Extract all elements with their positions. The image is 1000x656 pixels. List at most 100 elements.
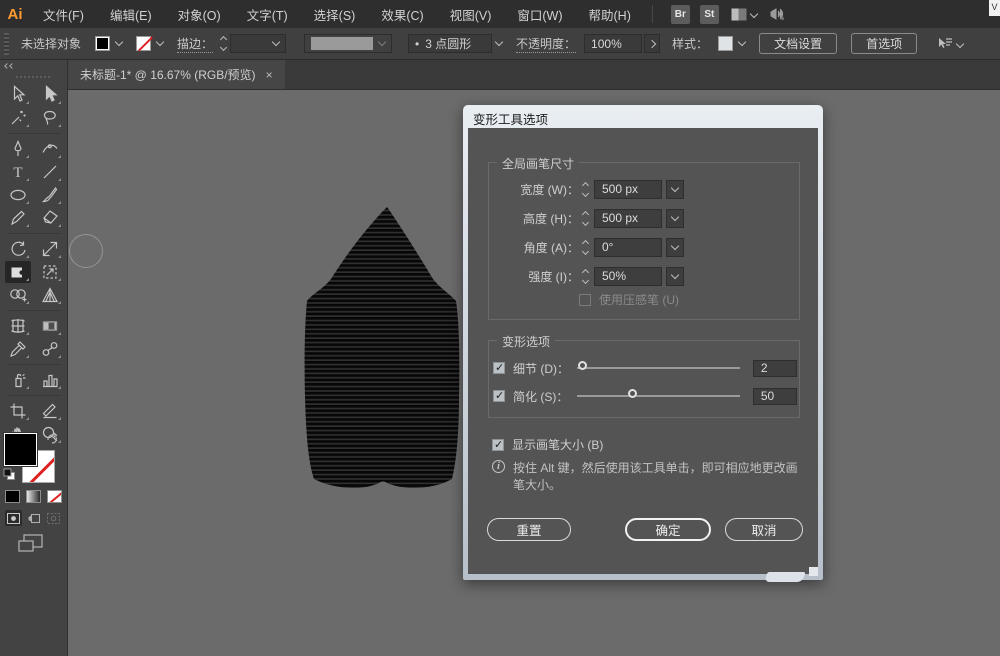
swap-fill-stroke-icon[interactable] xyxy=(46,432,59,445)
draw-behind-mode[interactable] xyxy=(25,510,42,526)
share-button[interactable] xyxy=(769,7,785,21)
slider-checkbox[interactable] xyxy=(493,390,505,402)
direct-selection-tool[interactable] xyxy=(37,84,63,106)
warp-tool[interactable] xyxy=(5,261,31,283)
menu-item-8[interactable]: 帮助(H) xyxy=(576,0,644,28)
slider-track[interactable] xyxy=(577,395,740,397)
line-segment-tool[interactable] xyxy=(37,161,63,183)
document-tab[interactable]: 未标题-1* @ 16.67% (RGB/预览) × xyxy=(68,60,285,89)
stock-button[interactable]: St xyxy=(700,5,719,24)
stroke-weight-dropdown[interactable] xyxy=(230,34,286,53)
field-input[interactable]: 500 px xyxy=(594,209,662,228)
tab-close-icon[interactable]: × xyxy=(266,68,273,82)
type-tool[interactable]: T xyxy=(5,161,31,183)
shape-builder-tool[interactable] xyxy=(5,284,31,306)
mesh-tool[interactable] xyxy=(5,315,31,337)
artboard-tool[interactable] xyxy=(5,400,31,422)
slider-value[interactable]: 2 xyxy=(753,360,797,377)
stroke-chevron-icon[interactable] xyxy=(156,38,164,46)
stepper-up-icon[interactable] xyxy=(582,268,589,275)
collapse-panel-button[interactable] xyxy=(5,64,14,68)
stepper-up-icon[interactable] xyxy=(582,181,589,188)
brush-definition-dropdown[interactable]: • 3 点圆形 xyxy=(408,34,492,53)
opacity-input[interactable]: 100% xyxy=(584,34,642,53)
slider-thumb[interactable] xyxy=(628,389,637,398)
symbol-sprayer-tool[interactable] xyxy=(5,369,31,391)
menu-item-2[interactable]: 对象(O) xyxy=(165,0,234,28)
pen-tool[interactable] xyxy=(5,138,31,160)
style-chevron-icon[interactable] xyxy=(738,38,746,46)
menu-item-0[interactable]: 文件(F) xyxy=(30,0,97,28)
stroke-weight-stepper[interactable] xyxy=(221,37,226,50)
slider-track[interactable] xyxy=(577,367,740,369)
field-input[interactable]: 500 px xyxy=(594,180,662,199)
menu-item-7[interactable]: 窗口(W) xyxy=(504,0,575,28)
column-graph-tool[interactable] xyxy=(37,369,63,391)
fill-color-swatch[interactable] xyxy=(95,36,110,51)
slider-checkbox[interactable] xyxy=(493,362,505,374)
field-stepper[interactable] xyxy=(583,212,588,225)
scale-tool[interactable] xyxy=(37,238,63,260)
field-dropdown-button[interactable] xyxy=(666,180,684,199)
preferences-button[interactable]: 首选项 xyxy=(851,33,917,54)
panel-drag-handle[interactable] xyxy=(16,76,52,78)
stepper-up-icon[interactable] xyxy=(220,36,227,43)
field-dropdown-button[interactable] xyxy=(666,238,684,257)
none-button[interactable] xyxy=(47,490,62,503)
gradient-tool[interactable] xyxy=(37,315,63,337)
opacity-expand-button[interactable] xyxy=(644,34,660,53)
field-input[interactable]: 50% xyxy=(594,267,662,286)
stepper-down-icon[interactable] xyxy=(582,218,589,225)
paintbrush-tool[interactable] xyxy=(37,184,63,206)
slider-thumb[interactable] xyxy=(578,361,587,370)
stepper-down-icon[interactable] xyxy=(582,189,589,196)
field-stepper[interactable] xyxy=(583,183,588,196)
free-transform-tool[interactable] xyxy=(37,261,63,283)
style-swatch[interactable] xyxy=(718,36,733,51)
magic-wand-tool[interactable] xyxy=(5,107,31,129)
slice-tool[interactable] xyxy=(37,400,63,422)
menu-item-6[interactable]: 视图(V) xyxy=(437,0,505,28)
menu-item-5[interactable]: 效果(C) xyxy=(368,0,436,28)
reset-button[interactable]: 重置 xyxy=(487,518,571,541)
tool-options-menu[interactable] xyxy=(937,37,963,51)
blend-tool[interactable] xyxy=(37,338,63,360)
field-dropdown-button[interactable] xyxy=(666,267,684,286)
cancel-button[interactable]: 取消 xyxy=(725,518,803,541)
opacity-label[interactable]: 不透明度： xyxy=(516,35,576,53)
show-brush-checkbox[interactable] xyxy=(492,439,504,451)
color-button[interactable] xyxy=(5,490,20,503)
ok-button[interactable]: 确定 xyxy=(625,518,711,541)
stroke-color-swatch[interactable] xyxy=(136,36,151,51)
fill-chevron-icon[interactable] xyxy=(115,38,123,46)
draw-inside-mode[interactable] xyxy=(45,510,62,526)
panel-grip[interactable] xyxy=(4,33,9,55)
stepper-up-icon[interactable] xyxy=(582,239,589,246)
stepper-down-icon[interactable] xyxy=(220,44,227,51)
field-dropdown-button[interactable] xyxy=(666,209,684,228)
menu-item-1[interactable]: 编辑(E) xyxy=(97,0,165,28)
stepper-up-icon[interactable] xyxy=(582,210,589,217)
field-stepper[interactable] xyxy=(583,270,588,283)
bridge-button[interactable]: Br xyxy=(671,5,690,24)
chevron-down-icon[interactable] xyxy=(495,38,503,46)
screen-mode-button[interactable] xyxy=(18,534,44,554)
dialog-resize-corner[interactable] xyxy=(809,567,818,576)
rotate-tool[interactable] xyxy=(5,238,31,260)
shaper-tool[interactable] xyxy=(5,207,31,229)
warped-artwork[interactable] xyxy=(303,207,461,493)
menu-item-4[interactable]: 选择(S) xyxy=(301,0,369,28)
stroke-weight-label[interactable]: 描边： xyxy=(177,35,213,53)
gradient-button[interactable] xyxy=(26,490,41,503)
selection-tool[interactable] xyxy=(5,84,31,106)
stepper-down-icon[interactable] xyxy=(582,276,589,283)
perspective-grid-tool[interactable] xyxy=(37,284,63,306)
fill-proxy-swatch[interactable] xyxy=(4,433,37,466)
field-stepper[interactable] xyxy=(583,241,588,254)
document-setup-button[interactable]: 文档设置 xyxy=(759,33,837,54)
menu-item-3[interactable]: 文字(T) xyxy=(234,0,301,28)
default-fill-stroke-icon[interactable] xyxy=(3,468,16,481)
eraser-tool[interactable] xyxy=(37,207,63,229)
curvature-tool[interactable] xyxy=(37,138,63,160)
draw-normal-mode[interactable] xyxy=(5,510,22,526)
